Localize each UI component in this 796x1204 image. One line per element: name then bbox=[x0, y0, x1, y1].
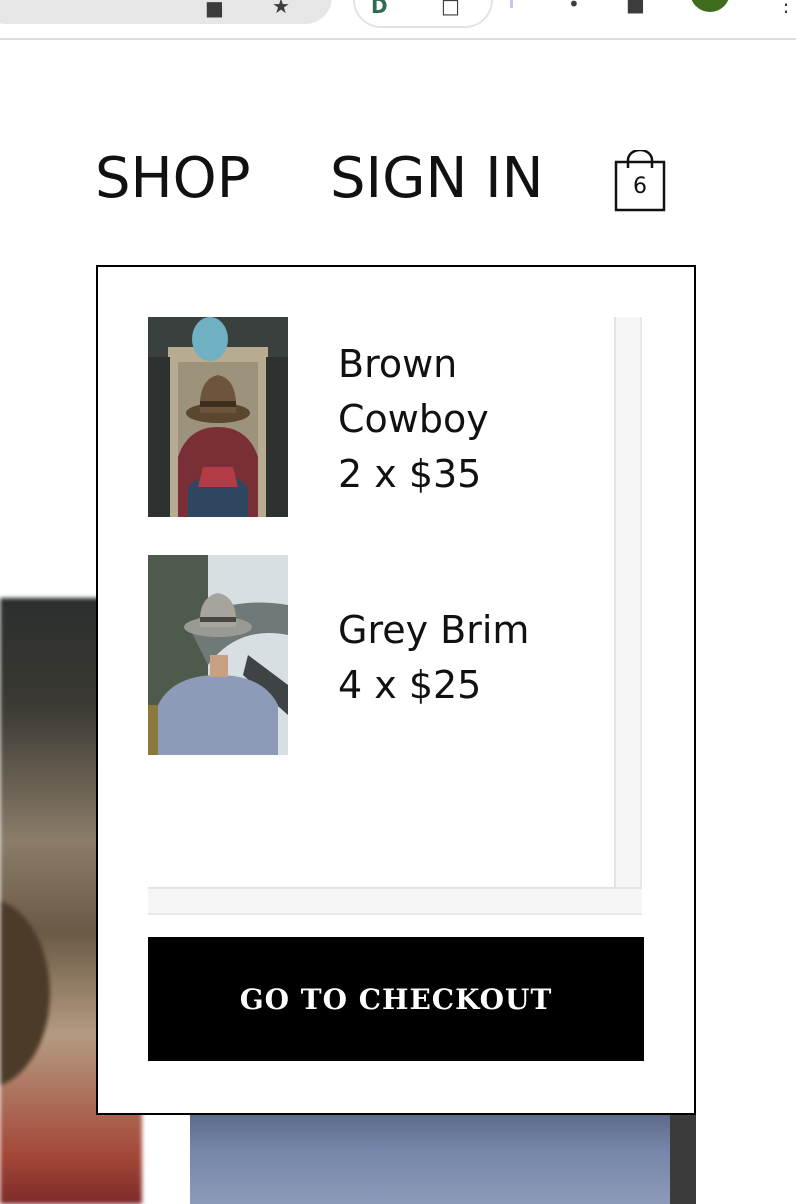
item-name: Grey Brim bbox=[338, 608, 530, 652]
window-icon[interactable]: ■ bbox=[626, 0, 645, 16]
image-rail bbox=[670, 1114, 696, 1204]
item-details: Brown Cowboy 2 x $35 bbox=[338, 337, 598, 502]
grey-brim-photo bbox=[148, 555, 288, 755]
go-to-checkout-button[interactable]: GO TO CHECKOUT bbox=[148, 937, 644, 1061]
extension-icon[interactable]: ■ bbox=[205, 0, 224, 20]
address-bar[interactable]: ■ ★ bbox=[0, 0, 332, 24]
browser-toolbar: ■ ★ D □ • ■ ⋮ bbox=[0, 0, 796, 40]
cart-item: Grey Brim 4 x $25 bbox=[148, 555, 608, 755]
cart-dropdown: Brown Cowboy 2 x $35 Grey Brim 4 x $25 G… bbox=[96, 265, 696, 1115]
extensions-pill[interactable]: D □ bbox=[353, 0, 493, 28]
extension-d-icon[interactable]: D bbox=[371, 0, 388, 18]
grey-brim-hat-image bbox=[148, 555, 288, 755]
product-image-grey-brim-bg[interactable] bbox=[190, 1114, 696, 1204]
cart-items-list[interactable]: Brown Cowboy 2 x $35 Grey Brim 4 x $25 bbox=[148, 317, 642, 915]
bookmark-star-icon[interactable]: ★ bbox=[272, 0, 290, 18]
menu-kebab-icon[interactable]: ⋮ bbox=[776, 0, 796, 16]
hat-shape bbox=[0, 898, 50, 1088]
nav-shop-link[interactable]: SHOP bbox=[95, 146, 251, 211]
toolbar-divider bbox=[510, 0, 513, 8]
tab-icon[interactable]: □ bbox=[441, 0, 460, 18]
cart-item: Brown Cowboy 2 x $35 bbox=[148, 317, 608, 517]
item-quantity-price: 4 x $25 bbox=[338, 663, 482, 707]
brown-cowboy-photo bbox=[148, 317, 288, 517]
horizontal-scrollbar[interactable] bbox=[148, 887, 642, 915]
shopping-bag-icon[interactable]: 6 bbox=[614, 148, 666, 214]
pin-icon[interactable]: • bbox=[568, 0, 580, 16]
cart-count-badge: 6 bbox=[633, 174, 647, 199]
item-details: Grey Brim 4 x $25 bbox=[338, 603, 598, 713]
profile-avatar[interactable] bbox=[690, 0, 730, 12]
vertical-scrollbar[interactable] bbox=[614, 317, 642, 915]
item-quantity-price: 2 x $35 bbox=[338, 452, 482, 496]
brown-cowboy-hat-image bbox=[148, 317, 288, 517]
nav-sign-in-link[interactable]: SIGN IN bbox=[330, 146, 544, 211]
item-name: Brown Cowboy bbox=[338, 342, 489, 441]
